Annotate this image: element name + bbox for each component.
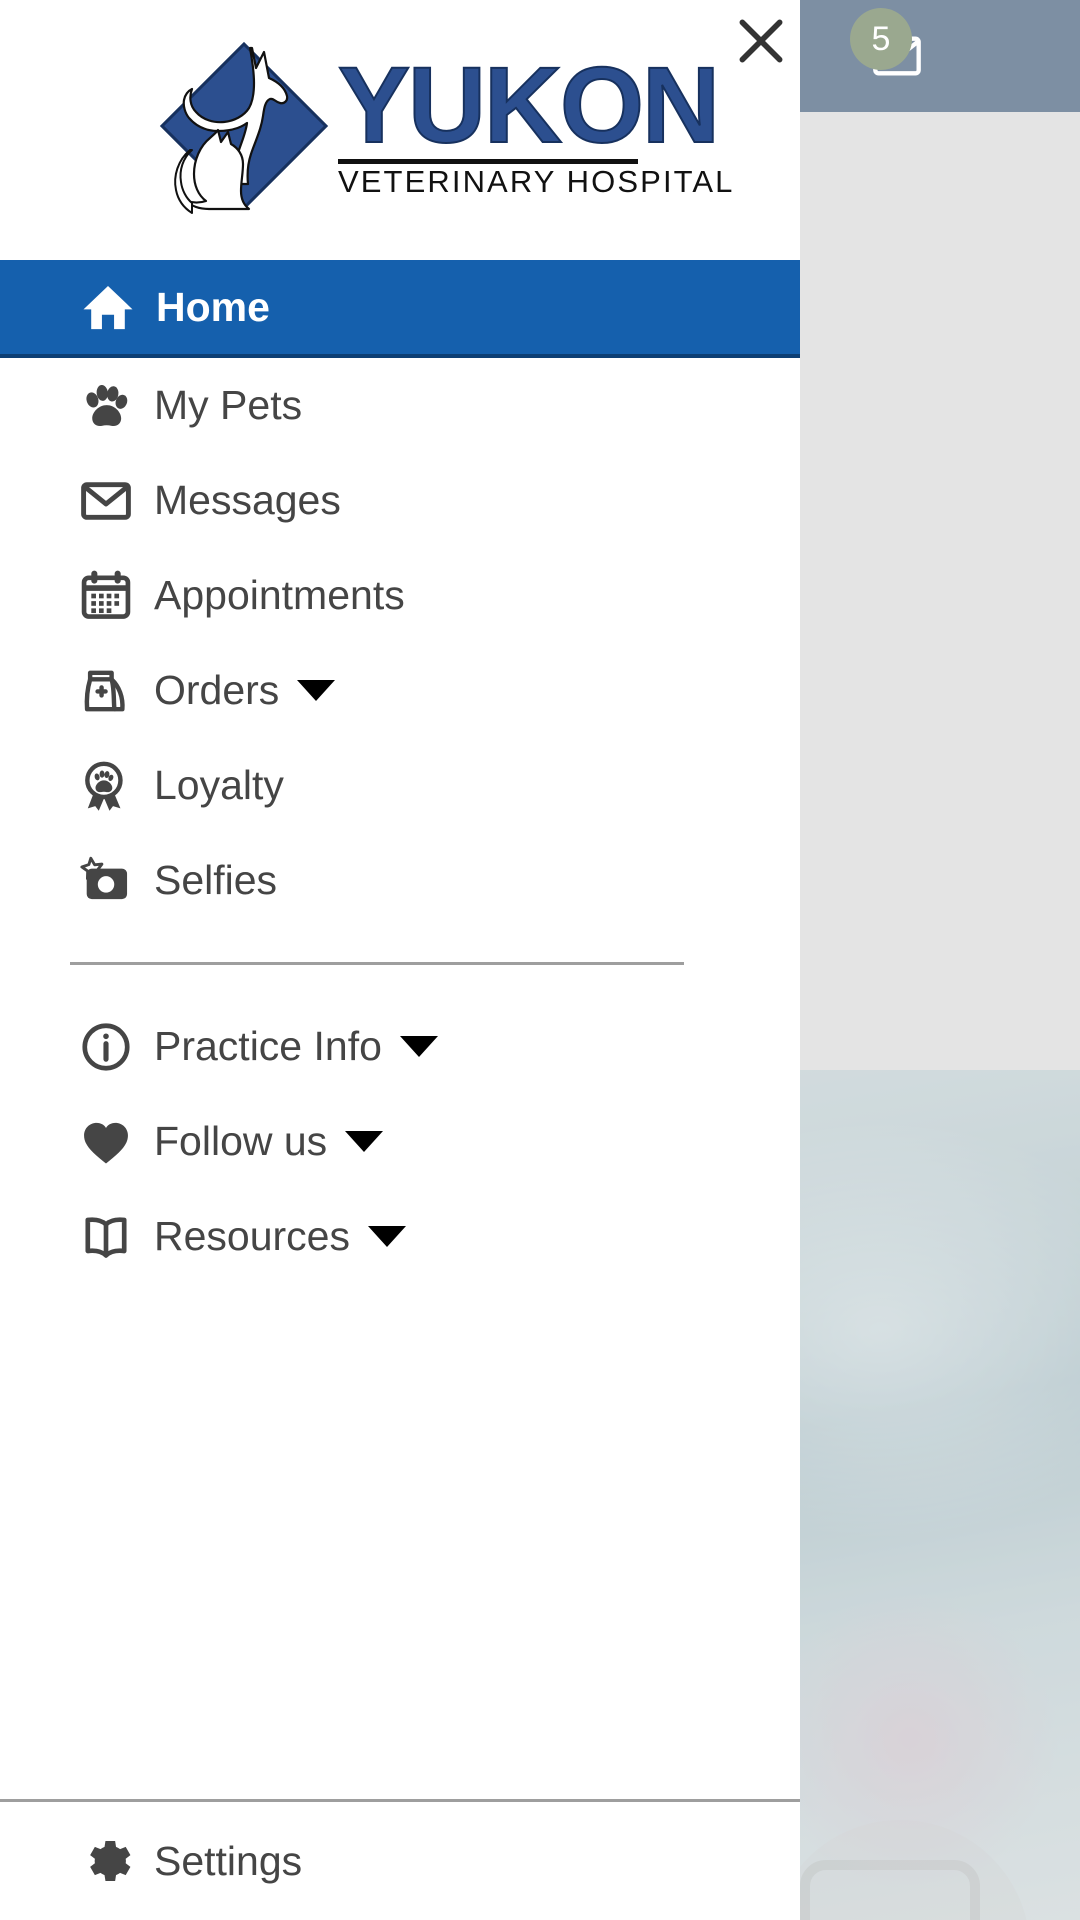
- heart-icon: [78, 1114, 154, 1170]
- diamond-dog-cat-logo-icon: [156, 30, 332, 220]
- nav-item-selfies[interactable]: Selfies: [0, 833, 800, 928]
- chevron-down-icon[interactable]: [345, 1131, 384, 1152]
- nav-item-settings[interactable]: Settings: [0, 1802, 800, 1920]
- brand-subtitle: VETERINARY HOSPITAL: [338, 163, 735, 199]
- chevron-down-icon[interactable]: [399, 1036, 438, 1057]
- nav-item-label: Settings: [154, 1837, 303, 1884]
- chevron-down-icon[interactable]: [367, 1226, 406, 1247]
- gear-icon: [78, 1834, 154, 1888]
- nav-item-my-pets[interactable]: My Pets: [0, 358, 800, 453]
- nav-item-resources[interactable]: Resources: [0, 1189, 800, 1284]
- nav-item-follow-us[interactable]: Follow us: [0, 1094, 800, 1189]
- nav-item-label: Home: [156, 283, 270, 330]
- camera-star-icon: [78, 852, 154, 910]
- calendar-icon: [78, 568, 154, 624]
- nav-item-home[interactable]: Home: [0, 260, 800, 358]
- unread-badge: 5: [850, 8, 912, 70]
- nav-divider: [70, 962, 684, 965]
- background-topbar: [795, 0, 1080, 112]
- nav-item-label: My Pets: [154, 382, 303, 428]
- brand-name: YUKON: [337, 44, 721, 166]
- drawer-footer: Settings: [0, 1799, 800, 1920]
- chevron-down-icon[interactable]: [297, 680, 336, 701]
- book-icon: [78, 1209, 154, 1265]
- nav-item-label: Loyalty: [154, 762, 284, 808]
- close-drawer-button[interactable]: [728, 8, 794, 74]
- food-bag-icon: [78, 663, 154, 719]
- drawer-header: YUKON VETERINARY HOSPITAL: [0, 0, 800, 250]
- nav-item-label: Selfies: [154, 857, 278, 903]
- nav-item-label: Practice Info: [154, 1023, 382, 1069]
- nav-item-label: Orders: [154, 667, 280, 713]
- navigation-drawer: YUKON VETERINARY HOSPITAL Home My Pets M…: [0, 0, 800, 1920]
- award-paw-icon: [78, 758, 154, 814]
- brand-wordmark: YUKON VETERINARY HOSPITAL: [337, 44, 735, 199]
- nav-item-label: Appointments: [154, 572, 405, 618]
- home-icon: [80, 279, 156, 335]
- brand-logo[interactable]: YUKON VETERINARY HOSPITAL: [156, 25, 732, 225]
- nav-item-appointments[interactable]: Appointments: [0, 548, 800, 643]
- nav-item-practice-info[interactable]: Practice Info: [0, 999, 800, 1094]
- envelope-icon: [78, 473, 154, 529]
- drawer-nav-list: Home My Pets Messages Appointments Order…: [0, 250, 800, 1799]
- nav-item-label: Resources: [154, 1213, 350, 1259]
- nav-item-loyalty[interactable]: Loyalty: [0, 738, 800, 833]
- nav-item-label: Messages: [154, 477, 341, 523]
- paw-icon: [78, 378, 154, 434]
- nav-item-messages[interactable]: Messages: [0, 453, 800, 548]
- nav-item-orders[interactable]: Orders: [0, 643, 800, 738]
- nav-item-label: Follow us: [154, 1118, 328, 1164]
- info-circle-icon: [78, 1019, 154, 1075]
